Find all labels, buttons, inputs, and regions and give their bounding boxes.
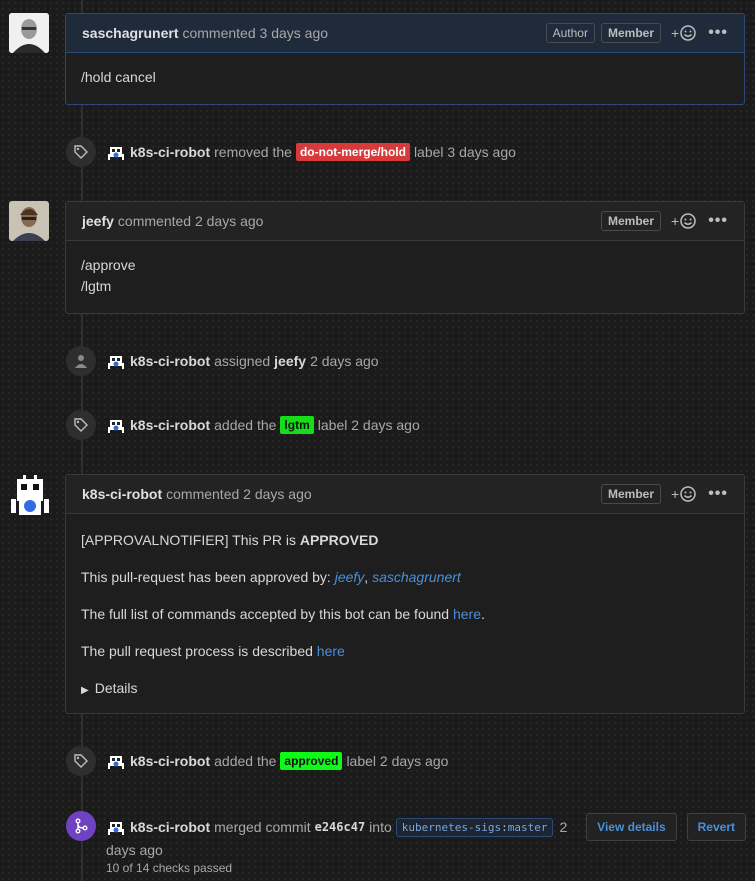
event-actor[interactable]: k8s-ci-robot (130, 353, 210, 369)
comment-body: /approve /lgtm (66, 241, 744, 311)
robot-avatar-icon[interactable] (106, 817, 126, 837)
member-badge: Member (600, 484, 661, 504)
comment-timestamp[interactable]: commented 2 days ago (118, 213, 264, 229)
comment-body: [APPROVALNOTIFIER] This PR is APPROVED T… (66, 514, 744, 715)
comment-line-lgtm: /lgtm (81, 278, 112, 294)
robot-avatar-icon[interactable] (106, 142, 126, 162)
event-time: 2 days ago (310, 353, 379, 369)
event-label-removed: k8s-ci-robot removed the do-not-merge/ho… (66, 137, 520, 167)
branch-ref[interactable]: kubernetes-sigs:master (395, 817, 554, 837)
event-text: assigned (214, 353, 271, 369)
avatar-saschagrunert[interactable] (9, 13, 49, 53)
smiley-icon (680, 486, 696, 502)
commit-sha-link[interactable]: e246c47 (315, 820, 366, 834)
approved-status-text: APPROVED (299, 532, 379, 548)
event-actor[interactable]: k8s-ci-robot (130, 819, 210, 835)
merge-time-b: days ago (106, 842, 163, 858)
avatar-k8s-ci-robot[interactable] (9, 473, 51, 517)
add-reaction-button[interactable]: + (671, 486, 696, 502)
comment-body: /hold cancel (66, 53, 744, 102)
event-actor[interactable]: k8s-ci-robot (130, 144, 210, 160)
details-toggle[interactable]: ▶ Details (81, 678, 729, 701)
robot-avatar-icon[interactable] (106, 351, 126, 371)
avatar-jeefy[interactable] (9, 201, 49, 241)
more-options-icon[interactable]: ••• (708, 485, 728, 503)
view-details-button[interactable]: View details (586, 813, 677, 841)
event-merged: k8s-ci-robot merged commit e246c47 into … (106, 813, 746, 875)
event-text: removed the (214, 144, 292, 160)
comment-header: saschagrunert commented 3 days ago Autho… (66, 14, 744, 53)
approver-link-jeefy[interactable]: jeefy (335, 569, 365, 585)
merge-icon (66, 811, 96, 841)
comment-header: jeefy commented 2 days ago Member + ••• (66, 202, 744, 241)
into-text: into (369, 819, 392, 835)
comment-line-approve: /approve (81, 257, 136, 273)
commands-line: The full list of commands accepted by th… (81, 606, 485, 622)
label-lgtm[interactable]: lgtm (280, 416, 314, 434)
process-here-link[interactable]: here (317, 643, 345, 659)
member-badge: Member (600, 23, 661, 43)
comment-header: k8s-ci-robot commented 2 days ago Member… (66, 475, 744, 514)
add-reaction-button[interactable]: + (671, 213, 696, 229)
event-text: merged commit (214, 819, 311, 835)
smiley-icon (680, 213, 696, 229)
tag-icon (66, 410, 96, 440)
approval-status: [APPROVALNOTIFIER] This PR is APPROVED (81, 532, 379, 548)
label-approved[interactable]: approved (280, 752, 343, 770)
label-do-not-merge-hold[interactable]: do-not-merge/hold (295, 143, 410, 161)
more-options-icon[interactable]: ••• (708, 212, 728, 230)
more-options-icon[interactable]: ••• (708, 24, 728, 42)
event-assigned: k8s-ci-robot assigned jeefy 2 days ago (66, 346, 383, 376)
event-text-after: label 3 days ago (413, 144, 516, 160)
tag-icon (66, 137, 96, 167)
add-reaction-button[interactable]: + (671, 25, 696, 41)
event-text: added the (214, 417, 277, 433)
comment-author[interactable]: jeefy (82, 213, 114, 229)
comment-saschagrunert: saschagrunert commented 3 days ago Autho… (65, 13, 745, 105)
comment-author[interactable]: k8s-ci-robot (82, 486, 162, 502)
approvers-line: This pull-request has been approved by: … (81, 569, 461, 585)
smiley-icon (680, 25, 696, 41)
triangle-right-icon: ▶ (81, 685, 89, 696)
event-text: added the (214, 753, 277, 769)
comment-timestamp[interactable]: commented 2 days ago (166, 486, 312, 502)
event-text-after: label 2 days ago (346, 753, 449, 769)
revert-button[interactable]: Revert (686, 813, 746, 841)
merge-time-a: 2 (559, 819, 568, 835)
tag-icon (66, 746, 96, 776)
event-text-after: label 2 days ago (317, 417, 420, 433)
comment-k8s-ci-robot: k8s-ci-robot commented 2 days ago Member… (65, 474, 745, 714)
comment-jeefy: jeefy commented 2 days ago Member + ••• … (65, 201, 745, 314)
process-line: The pull request process is described he… (81, 643, 345, 659)
event-actor[interactable]: k8s-ci-robot (130, 417, 210, 433)
member-badge: Member (600, 211, 661, 231)
comment-text: /hold cancel (81, 69, 156, 85)
assignee-name[interactable]: jeefy (274, 353, 306, 369)
comment-author[interactable]: saschagrunert (82, 25, 178, 41)
comment-timestamp[interactable]: commented 3 days ago (182, 25, 328, 41)
person-icon (66, 346, 96, 376)
robot-avatar-icon[interactable] (106, 751, 126, 771)
event-actor[interactable]: k8s-ci-robot (130, 753, 210, 769)
event-label-added-approved: k8s-ci-robot added the approved label 2 … (66, 746, 452, 776)
checks-status[interactable]: 10 of 14 checks passed (106, 861, 746, 875)
robot-avatar-icon[interactable] (106, 415, 126, 435)
commands-here-link[interactable]: here (453, 606, 481, 622)
approver-link-saschagrunert[interactable]: saschagrunert (372, 569, 461, 585)
event-label-added-lgtm: k8s-ci-robot added the lgtm label 2 days… (66, 410, 424, 440)
author-badge: Author (545, 23, 595, 43)
